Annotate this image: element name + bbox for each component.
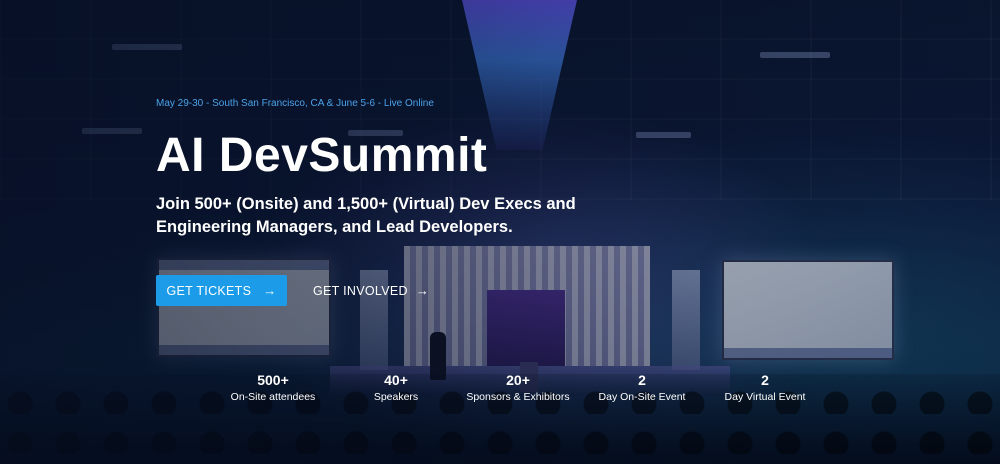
stat-value: 40+ <box>384 372 408 388</box>
get-involved-label: GET INVOLVED <box>313 283 408 298</box>
event-stats: 500+ On-Site attendees 40+ Speakers 20+ … <box>156 372 956 412</box>
event-dates-location: May 29-30 - South San Francisco, CA & Ju… <box>156 98 434 109</box>
stat-value: 2 <box>638 372 646 388</box>
stat-label: Sponsors & Exhibitors <box>466 391 570 403</box>
stat-item: 20+ Sponsors & Exhibitors <box>458 372 578 405</box>
stat-value: 2 <box>761 372 769 388</box>
get-involved-button[interactable]: GET INVOLVED → <box>313 275 429 306</box>
arrow-right-icon: → <box>415 283 430 298</box>
stat-label: Day Virtual Event <box>724 391 806 403</box>
page-title: AI DevSummit <box>156 129 488 182</box>
get-tickets-button[interactable]: GET TICKETS → <box>156 275 287 306</box>
stat-label: On-Site attendees <box>230 391 316 403</box>
stat-item: 2 Day On-Site Event <box>592 372 692 405</box>
arrow-right-icon: → <box>263 283 277 298</box>
stat-label: Day On-Site Event <box>598 391 686 403</box>
stat-value: 500+ <box>257 372 289 388</box>
get-tickets-label: GET TICKETS <box>166 283 252 298</box>
hero-subtitle: Join 500+ (Onsite) and 1,500+ (Virtual) … <box>156 195 576 236</box>
stat-item: 2 Day Virtual Event <box>715 372 815 405</box>
hero-content: May 29-30 - South San Francisco, CA & Ju… <box>156 0 1000 464</box>
stat-label: Speakers <box>373 391 419 403</box>
stat-item: 500+ On-Site attendees <box>228 372 318 405</box>
stat-item: 40+ Speakers <box>351 372 441 405</box>
stat-value: 20+ <box>506 372 530 388</box>
